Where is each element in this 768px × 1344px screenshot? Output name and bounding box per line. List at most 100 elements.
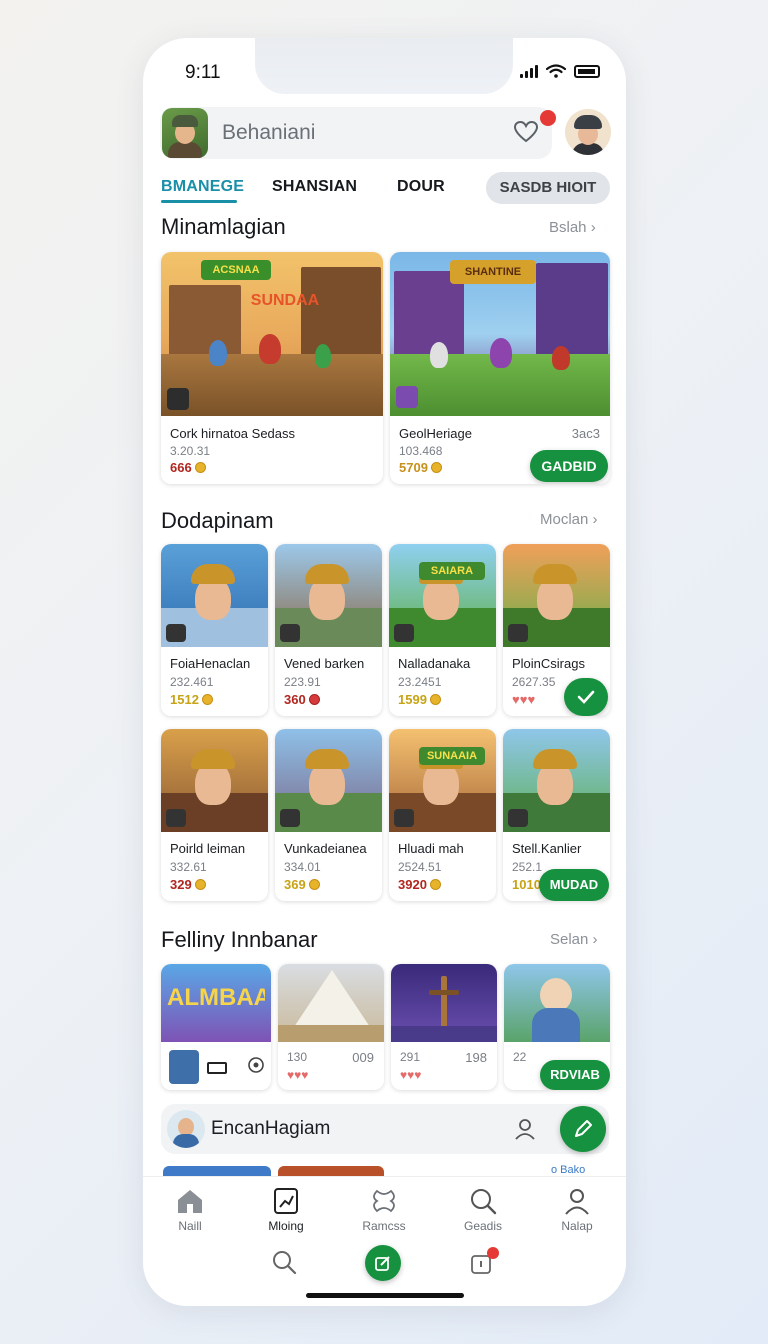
player-avatar-icon	[167, 1110, 205, 1148]
home-icon	[178, 1190, 202, 1213]
bottom-search-text[interactable]: EncanHagiam	[211, 1118, 330, 1140]
player-avatar-icon	[169, 1050, 199, 1084]
game-badge-icon	[166, 624, 186, 642]
tab-shansian[interactable]: SHANSIAN	[272, 178, 357, 196]
card-price: 360	[284, 692, 320, 707]
game-art: SHANTINE	[390, 252, 610, 416]
play-button[interactable]: RDVIAB	[540, 1060, 610, 1090]
game-art: SAIARA	[389, 544, 496, 647]
card-name: Stell.Kanlier	[512, 841, 582, 856]
game-badge-icon	[280, 809, 300, 827]
search-bar[interactable]: Behaniani	[160, 107, 552, 159]
more-label: Bslah	[549, 219, 587, 236]
section-more-featured[interactable]: Bslah ›	[549, 219, 596, 236]
popular-card-5[interactable]: Poirld leiman 332.61 329	[161, 729, 268, 901]
nav-item-naill[interactable]: Naill	[155, 1187, 225, 1233]
card-price: 369	[284, 877, 320, 892]
chevron-right-icon: ›	[592, 931, 598, 948]
ticket-icon	[207, 1062, 227, 1074]
popular-card-6[interactable]: Vunkadeianea 334.01 369	[275, 729, 382, 901]
card-sub: 2627.35	[512, 675, 556, 689]
search-icon[interactable]	[271, 1249, 297, 1275]
art-title: ALMBAA	[167, 984, 265, 1011]
popular-card-4[interactable]: PloinCsirags 2627.35 ♥♥♥	[503, 544, 610, 716]
card-left-meta: 22	[513, 1050, 527, 1064]
card-name: Cork hirnatoa Sedass	[170, 426, 296, 441]
bottom-search-bar[interactable]: EncanHagiam	[161, 1104, 609, 1154]
game-badge-icon	[394, 624, 414, 642]
tab-dour[interactable]: DOUR	[397, 178, 445, 196]
popular-card-1[interactable]: FoiaHenaclan 232.461 1512	[161, 544, 268, 716]
search-text[interactable]: Behaniani	[222, 121, 552, 145]
profile-avatar-icon[interactable]	[565, 109, 611, 155]
section-title-recent: Felliny Innbanar	[161, 927, 318, 952]
art-title: SUNDAA	[250, 292, 320, 309]
card-sub: 3.20.31	[170, 444, 211, 458]
recent-card-3[interactable]: 291 198 ♥♥♥	[391, 964, 497, 1090]
chevron-right-icon: ›	[590, 219, 596, 236]
get-button[interactable]: GADBID	[530, 450, 608, 482]
compose-button[interactable]	[365, 1245, 401, 1281]
player-avatar-icon[interactable]	[162, 108, 208, 158]
owned-check-button[interactable]	[564, 678, 608, 716]
bottom-navigation: Naill Mloing Ramcss Geadis Nalap	[143, 1176, 626, 1306]
game-art: SUNAAIA	[389, 729, 496, 832]
heart-outline-icon[interactable]	[513, 120, 539, 144]
popular-card-3[interactable]: SAIARA Nalladanaka 23.2451 1599	[389, 544, 496, 716]
featured-card-2[interactable]: SHANTINE GeolHeriage 3ac3 103.468 5709 G…	[390, 252, 610, 484]
popular-card-2[interactable]: Vened barken 223.91 360	[275, 544, 382, 716]
card-sub: 332.61	[170, 860, 207, 874]
recent-card-1[interactable]: ALMBAA	[161, 964, 271, 1090]
tab-bar: BMANEGE SHANSIAN DOUR SASDB HIOIT	[161, 172, 611, 204]
game-art	[503, 729, 610, 832]
home-indicator	[306, 1293, 464, 1298]
play-button[interactable]: MUDAD	[539, 869, 609, 901]
wifi-icon	[546, 64, 566, 78]
game-art	[161, 544, 268, 647]
nav-item-ramcss[interactable]: Ramcss	[349, 1187, 419, 1233]
tab-sasdb-hioit[interactable]: SASDB HIOIT	[486, 172, 610, 204]
recent-card-4[interactable]: 22 RDVIAB	[504, 964, 610, 1090]
art-banner: ACSNAA	[201, 260, 271, 280]
search-icon	[471, 1189, 497, 1215]
section-more-recent[interactable]: Selan ›	[550, 931, 598, 948]
card-name: PloinCsirags	[512, 656, 585, 671]
game-badge-icon	[166, 809, 186, 827]
card-name: Poirld leiman	[170, 841, 246, 856]
game-badge-icon	[394, 809, 414, 827]
section-more-popular[interactable]: Moclan ›	[540, 511, 598, 528]
card-price: 666	[170, 460, 206, 475]
card-sub: 103.468	[399, 444, 443, 458]
recent-card-2[interactable]: 130 009 ♥♥♥	[278, 964, 384, 1090]
card-sub: 252.1	[512, 860, 543, 874]
card-name: FoiaHenaclan	[170, 656, 251, 671]
popular-card-8[interactable]: Stell.Kanlier 252.1 1010 MUDAD	[503, 729, 610, 901]
battery-icon	[574, 64, 600, 78]
status-time: 9:11	[185, 62, 221, 83]
edit-fab[interactable]	[560, 1106, 606, 1152]
popular-card-7[interactable]: SUNAAIA Hluadi mah 2524.51 3920	[389, 729, 496, 901]
featured-card-1[interactable]: ACSNAA SUNDAA Cork hirnatoa Sedass 3.20.…	[161, 252, 383, 484]
card-price: 1512	[170, 692, 213, 707]
more-label: Moclan	[540, 511, 589, 528]
game-art	[503, 544, 610, 647]
card-price: ♥♥♥	[512, 692, 536, 707]
card-name: Vened barken	[284, 656, 365, 671]
game-art	[278, 964, 384, 1042]
settings-icon[interactable]	[247, 1056, 265, 1074]
game-art	[504, 964, 610, 1042]
nav-notification-badge	[487, 1247, 499, 1259]
tab-bmanege[interactable]: BMANEGE	[161, 178, 244, 196]
puzzle-icon	[373, 1189, 395, 1213]
hearts-rating: ♥♥♥	[400, 1068, 422, 1082]
user-search-icon[interactable]	[513, 1117, 537, 1141]
nav-item-mloing[interactable]: Mloing	[251, 1187, 321, 1233]
card-name: Hluadi mah	[398, 841, 464, 856]
nav-item-geadis[interactable]: Geadis	[448, 1187, 518, 1233]
card-right-meta: 198	[465, 1050, 487, 1065]
game-art: ACSNAA SUNDAA	[161, 252, 383, 416]
nav-item-nalap[interactable]: Nalap	[542, 1187, 612, 1233]
edit-square-icon	[375, 1256, 390, 1271]
art-banner: SHANTINE	[450, 260, 536, 284]
chart-icon	[274, 1188, 298, 1214]
